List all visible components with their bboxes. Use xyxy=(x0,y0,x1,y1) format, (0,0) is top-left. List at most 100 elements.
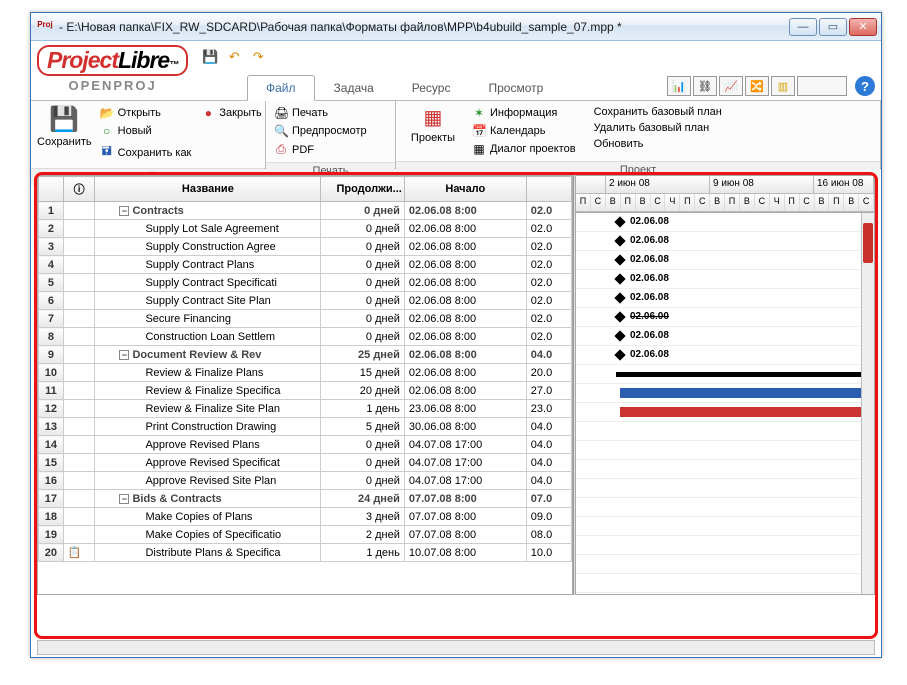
table-row[interactable]: 11Review & Finalize Specifica20 дней02.0… xyxy=(39,382,572,400)
end-cell[interactable]: 23.0 xyxy=(526,400,571,418)
tab-resource[interactable]: Ресурс xyxy=(393,75,470,101)
col-indicator[interactable]: ⓘ xyxy=(63,177,95,202)
gantt-row[interactable] xyxy=(576,574,874,593)
start-cell[interactable]: 02.06.08 8:00 xyxy=(404,274,526,292)
duration-cell[interactable]: 25 дней xyxy=(321,346,405,364)
table-row[interactable]: 20📋Distribute Plans & Specifica1 день10.… xyxy=(39,544,572,562)
gantt-row[interactable] xyxy=(576,536,874,555)
table-row[interactable]: 4Supply Contract Plans0 дней02.06.08 8:0… xyxy=(39,256,572,274)
gantt-chart[interactable]: 2 июн 08 9 июн 08 16 июн 08 ПСВПВСЧПСВПВ… xyxy=(575,175,875,595)
col-name[interactable]: Название xyxy=(95,177,321,202)
start-cell[interactable]: 23.06.08 8:00 xyxy=(404,400,526,418)
task-name-cell[interactable]: Print Construction Drawing xyxy=(95,418,321,436)
table-row[interactable]: 5Supply Contract Specificati0 дней02.06.… xyxy=(39,274,572,292)
start-cell[interactable]: 02.06.08 8:00 xyxy=(404,292,526,310)
table-row[interactable]: 16Approve Revised Site Plan0 дней04.07.0… xyxy=(39,472,572,490)
gantt-row[interactable] xyxy=(576,517,874,536)
summary-bar[interactable] xyxy=(616,372,874,377)
end-cell[interactable]: 04.0 xyxy=(526,346,571,364)
duration-cell[interactable]: 0 дней xyxy=(321,472,405,490)
projects-button[interactable]: ▦Проекты xyxy=(402,105,464,157)
task-name-cell[interactable]: Make Copies of Specificatio xyxy=(95,526,321,544)
row-number[interactable]: 16 xyxy=(39,472,64,490)
row-number[interactable]: 18 xyxy=(39,508,64,526)
end-cell[interactable]: 04.0 xyxy=(526,418,571,436)
calendar-button[interactable]: 📅Календарь xyxy=(470,123,578,139)
col-rownum[interactable] xyxy=(39,177,64,202)
table-row[interactable]: 9−Document Review & Rev25 дней02.06.08 8… xyxy=(39,346,572,364)
end-cell[interactable]: 08.0 xyxy=(526,526,571,544)
duration-cell[interactable]: 24 дней xyxy=(321,490,405,508)
delete-baseline-button[interactable]: Удалить базовый план xyxy=(592,121,724,135)
end-cell[interactable]: 02.0 xyxy=(526,274,571,292)
save-as-button[interactable]: 🖬Сохранить как xyxy=(98,141,194,164)
titlebar[interactable]: Proj - E:\Новая папка\FIX_RW_SDCARD\Рабо… xyxy=(31,13,881,41)
task-name-cell[interactable]: Supply Construction Agree xyxy=(95,238,321,256)
duration-cell[interactable]: 0 дней xyxy=(321,202,405,220)
chart1-icon[interactable]: 📊 xyxy=(667,76,691,96)
table-row[interactable]: 14Approve Revised Plans0 дней04.07.08 17… xyxy=(39,436,572,454)
start-cell[interactable]: 04.07.08 17:00 xyxy=(404,472,526,490)
col-end[interactable] xyxy=(526,177,571,202)
row-number[interactable]: 5 xyxy=(39,274,64,292)
table-row[interactable]: 2Supply Lot Sale Agreement0 дней02.06.08… xyxy=(39,220,572,238)
table-row[interactable]: 12Review & Finalize Site Plan1 день23.06… xyxy=(39,400,572,418)
table-row[interactable]: 17−Bids & Contracts24 дней07.07.08 8:000… xyxy=(39,490,572,508)
row-number[interactable]: 10 xyxy=(39,364,64,382)
row-number[interactable]: 15 xyxy=(39,454,64,472)
task-bar-critical[interactable] xyxy=(620,407,874,417)
start-cell[interactable]: 02.06.08 8:00 xyxy=(404,220,526,238)
end-cell[interactable]: 02.0 xyxy=(526,310,571,328)
start-cell[interactable]: 04.07.08 17:00 xyxy=(404,454,526,472)
project-dialog-button[interactable]: ▦Диалог проектов xyxy=(470,141,578,157)
start-cell[interactable]: 10.07.08 8:00 xyxy=(404,544,526,562)
row-number[interactable]: 9 xyxy=(39,346,64,364)
task-name-cell[interactable]: Supply Lot Sale Agreement xyxy=(95,220,321,238)
gantt-row[interactable] xyxy=(576,441,874,460)
collapse-icon[interactable]: − xyxy=(119,350,129,360)
undo-icon[interactable]: ↶ xyxy=(224,47,244,67)
duration-cell[interactable]: 0 дней xyxy=(321,220,405,238)
gantt-row[interactable] xyxy=(576,460,874,479)
duration-cell[interactable]: 5 дней xyxy=(321,418,405,436)
table-row[interactable]: 18Make Copies of Plans3 дней07.07.08 8:0… xyxy=(39,508,572,526)
task-name-cell[interactable]: −Bids & Contracts xyxy=(95,490,321,508)
tab-file[interactable]: Файл xyxy=(247,75,315,101)
end-cell[interactable]: 10.0 xyxy=(526,544,571,562)
row-number[interactable]: 14 xyxy=(39,436,64,454)
gantt-row[interactable] xyxy=(576,555,874,574)
row-number[interactable]: 7 xyxy=(39,310,64,328)
table-row[interactable]: 19Make Copies of Specificatio2 дней07.07… xyxy=(39,526,572,544)
duration-cell[interactable]: 0 дней xyxy=(321,238,405,256)
preview-button[interactable]: 🔍Предпросмотр xyxy=(272,123,369,139)
table-row[interactable]: 15Approve Revised Specificat0 дней04.07.… xyxy=(39,454,572,472)
duration-cell[interactable]: 0 дней xyxy=(321,256,405,274)
start-cell[interactable]: 02.06.08 8:00 xyxy=(404,238,526,256)
task-name-cell[interactable]: Review & Finalize Specifica xyxy=(95,382,321,400)
duration-cell[interactable]: 1 день xyxy=(321,544,405,562)
tab-view[interactable]: Просмотр xyxy=(469,75,562,101)
task-name-cell[interactable]: −Document Review & Rev xyxy=(95,346,321,364)
end-cell[interactable]: 02.0 xyxy=(526,328,571,346)
collapse-icon[interactable]: − xyxy=(119,494,129,504)
update-button[interactable]: Обновить xyxy=(592,137,724,151)
task-name-cell[interactable]: Review & Finalize Plans xyxy=(95,364,321,382)
maximize-button[interactable]: ▭ xyxy=(819,18,847,36)
redo-icon[interactable]: ↷ xyxy=(248,47,268,67)
end-cell[interactable]: 27.0 xyxy=(526,382,571,400)
tab-task[interactable]: Задача xyxy=(315,75,393,101)
duration-cell[interactable]: 15 дней xyxy=(321,364,405,382)
end-cell[interactable]: 04.0 xyxy=(526,436,571,454)
row-number[interactable]: 8 xyxy=(39,328,64,346)
duration-cell[interactable]: 2 дней xyxy=(321,526,405,544)
row-number[interactable]: 3 xyxy=(39,238,64,256)
save-icon[interactable]: 💾 xyxy=(200,47,220,67)
duration-cell[interactable]: 1 день xyxy=(321,400,405,418)
row-number[interactable]: 11 xyxy=(39,382,64,400)
duration-cell[interactable]: 3 дней xyxy=(321,508,405,526)
task-name-cell[interactable]: Supply Contract Site Plan xyxy=(95,292,321,310)
gantt-row[interactable] xyxy=(576,498,874,517)
table-row[interactable]: 10Review & Finalize Plans15 дней02.06.08… xyxy=(39,364,572,382)
gantt-vscroll[interactable] xyxy=(861,213,874,594)
collapse-icon[interactable]: − xyxy=(119,206,129,216)
